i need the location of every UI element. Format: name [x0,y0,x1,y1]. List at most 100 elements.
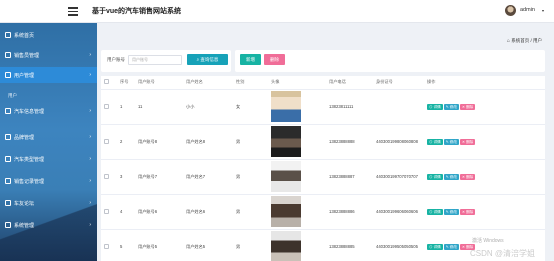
breadcrumb-separator: / [530,38,532,43]
detail-label: 详情 [433,209,441,214]
windows-activation-watermark: 激活 Windows [472,238,504,244]
cell-account: 用户账号6 [135,194,183,230]
cell-id-number: 440300199606060606 [373,194,424,230]
sidebar-item-home[interactable]: 系统首页 [0,27,97,43]
edit-label: 修改 [449,139,457,144]
user-photo [271,91,301,122]
chevron-right-icon: › [89,108,91,114]
search-input[interactable]: 用户账号 [128,55,182,65]
chevron-right-icon: › [89,222,91,228]
edit-button[interactable]: ✎ 修改 [443,173,459,180]
cell-id-number: 440300199707070707 [373,159,424,195]
edit-button[interactable]: ✎ 修改 [443,103,459,110]
sidebar-item-system[interactable]: 系统管理 › [0,217,97,233]
sidebar-item-car-type[interactable]: 汽车类型管理 › [0,151,97,167]
cell-gender: 女 [233,89,268,125]
sidebar-item-label: 车友论坛 [14,200,35,207]
user-name[interactable]: admin [520,7,535,13]
sidebar-item-salesperson[interactable]: 销售员管理 › [0,47,97,63]
cell-index: 3 [117,159,135,195]
column-header[interactable]: 用户姓名 [183,76,233,90]
cell-phone: 13823811111 [326,89,373,125]
detail-button[interactable]: ⊙ 详情 [427,208,443,215]
grid-icon [5,134,11,140]
search-button-label: 查询信息 [200,56,219,62]
cell-name: 用户姓名6 [183,194,233,230]
row-checkbox[interactable] [101,194,117,230]
breadcrumb-home[interactable]: 系统首页 [511,38,529,43]
row-checkbox[interactable] [101,89,117,125]
table-row: 3 用户账号7 用户姓名7 男 13823888887 440300199707… [101,159,545,195]
user-photo [271,231,301,261]
sidebar-item-label: 汽车信息管理 [14,108,45,115]
menu-toggle-icon[interactable] [68,7,78,16]
select-all-checkbox[interactable] [101,76,117,90]
delete-label: 删除 [466,209,474,214]
chevron-right-icon: › [89,156,91,162]
edit-button[interactable]: ✎ 修改 [443,208,459,215]
cell-account: 用户账号8 [135,124,183,160]
column-header[interactable]: 性别 [233,76,268,90]
cell-index: 5 [117,229,135,261]
submenu-item-users[interactable]: 用户 [8,93,17,99]
cell-account: 11 [135,89,183,125]
detail-button[interactable]: ⊙ 详情 [427,103,443,110]
delete-row-button[interactable]: ✕ 删除 [459,138,476,145]
cell-gender: 男 [233,124,268,160]
grid-icon [5,52,11,58]
table-row: 4 用户账号6 用户姓名6 男 13823888886 440300199606… [101,194,545,230]
sidebar-item-sales-records[interactable]: 销售记录管理 › [0,173,97,189]
column-header[interactable]: 用户电话 [326,76,373,90]
avatar[interactable] [505,5,516,16]
row-checkbox[interactable] [101,159,117,195]
user-photo [271,126,301,157]
sidebar-item-brand[interactable]: 品牌管理 › [0,129,97,145]
user-photo [271,196,301,227]
detail-button[interactable]: ⊙ 详情 [427,138,443,145]
column-header[interactable]: 用户账号 [135,76,183,90]
detail-button[interactable]: ⊙ 详情 [427,243,443,250]
edit-label: 修改 [449,244,457,249]
delete-row-button[interactable]: ✕ 删除 [459,208,476,215]
chevron-right-icon: › [89,178,91,184]
chevron-right-icon: › [89,134,91,140]
cell-phone: 13823888887 [326,159,373,195]
cell-account: 用户账号5 [135,229,183,261]
column-header: 操作 [424,76,545,90]
sidebar-item-car-info[interactable]: 汽车信息管理 › [0,103,97,119]
delete-button[interactable]: 删除 [264,54,285,65]
detail-label: 详情 [433,139,441,144]
edit-button[interactable]: ✎ 修改 [443,138,459,145]
cell-id-number: 440300199505050505 [373,229,424,261]
row-checkbox[interactable] [101,124,117,160]
grid-icon [5,178,11,184]
detail-label: 详情 [433,104,441,109]
edit-label: 修改 [449,104,457,109]
detail-label: 详情 [433,174,441,179]
delete-row-button[interactable]: ✕ 删除 [459,103,476,110]
app-title: 基于vue的汽车销售网站系统 [92,8,182,15]
delete-label: 删除 [466,174,474,179]
sidebar-item-label: 销售记录管理 [14,178,45,185]
chevron-down-icon[interactable]: ▾ [542,8,544,13]
add-button[interactable]: 新增 [240,54,261,65]
cell-name: 用户姓名8 [183,124,233,160]
sidebar-item-label: 汽车类型管理 [14,156,45,163]
column-header[interactable]: 序号 [117,76,135,90]
edit-button[interactable]: ✎ 修改 [443,243,459,250]
chevron-right-icon: › [89,200,91,206]
sidebar-item-users[interactable]: 用户管理 › [0,67,97,83]
sidebar-item-forum[interactable]: 车友论坛 › [0,195,97,211]
row-checkbox[interactable] [101,229,117,261]
grid-icon [5,108,11,114]
detail-button[interactable]: ⊙ 详情 [427,173,443,180]
chevron-right-icon: › [89,72,91,78]
column-header[interactable]: 身份证号 [373,76,424,90]
csdn-watermark: CSDN @清涪学姐 [470,249,536,258]
user-icon [5,222,11,228]
cell-phone: 13823888886 [326,194,373,230]
delete-row-button[interactable]: ✕ 删除 [459,173,476,180]
search-button[interactable]: ⌕ 查询信息 [187,54,228,65]
delete-label: 删除 [466,104,474,109]
cell-index: 2 [117,124,135,160]
